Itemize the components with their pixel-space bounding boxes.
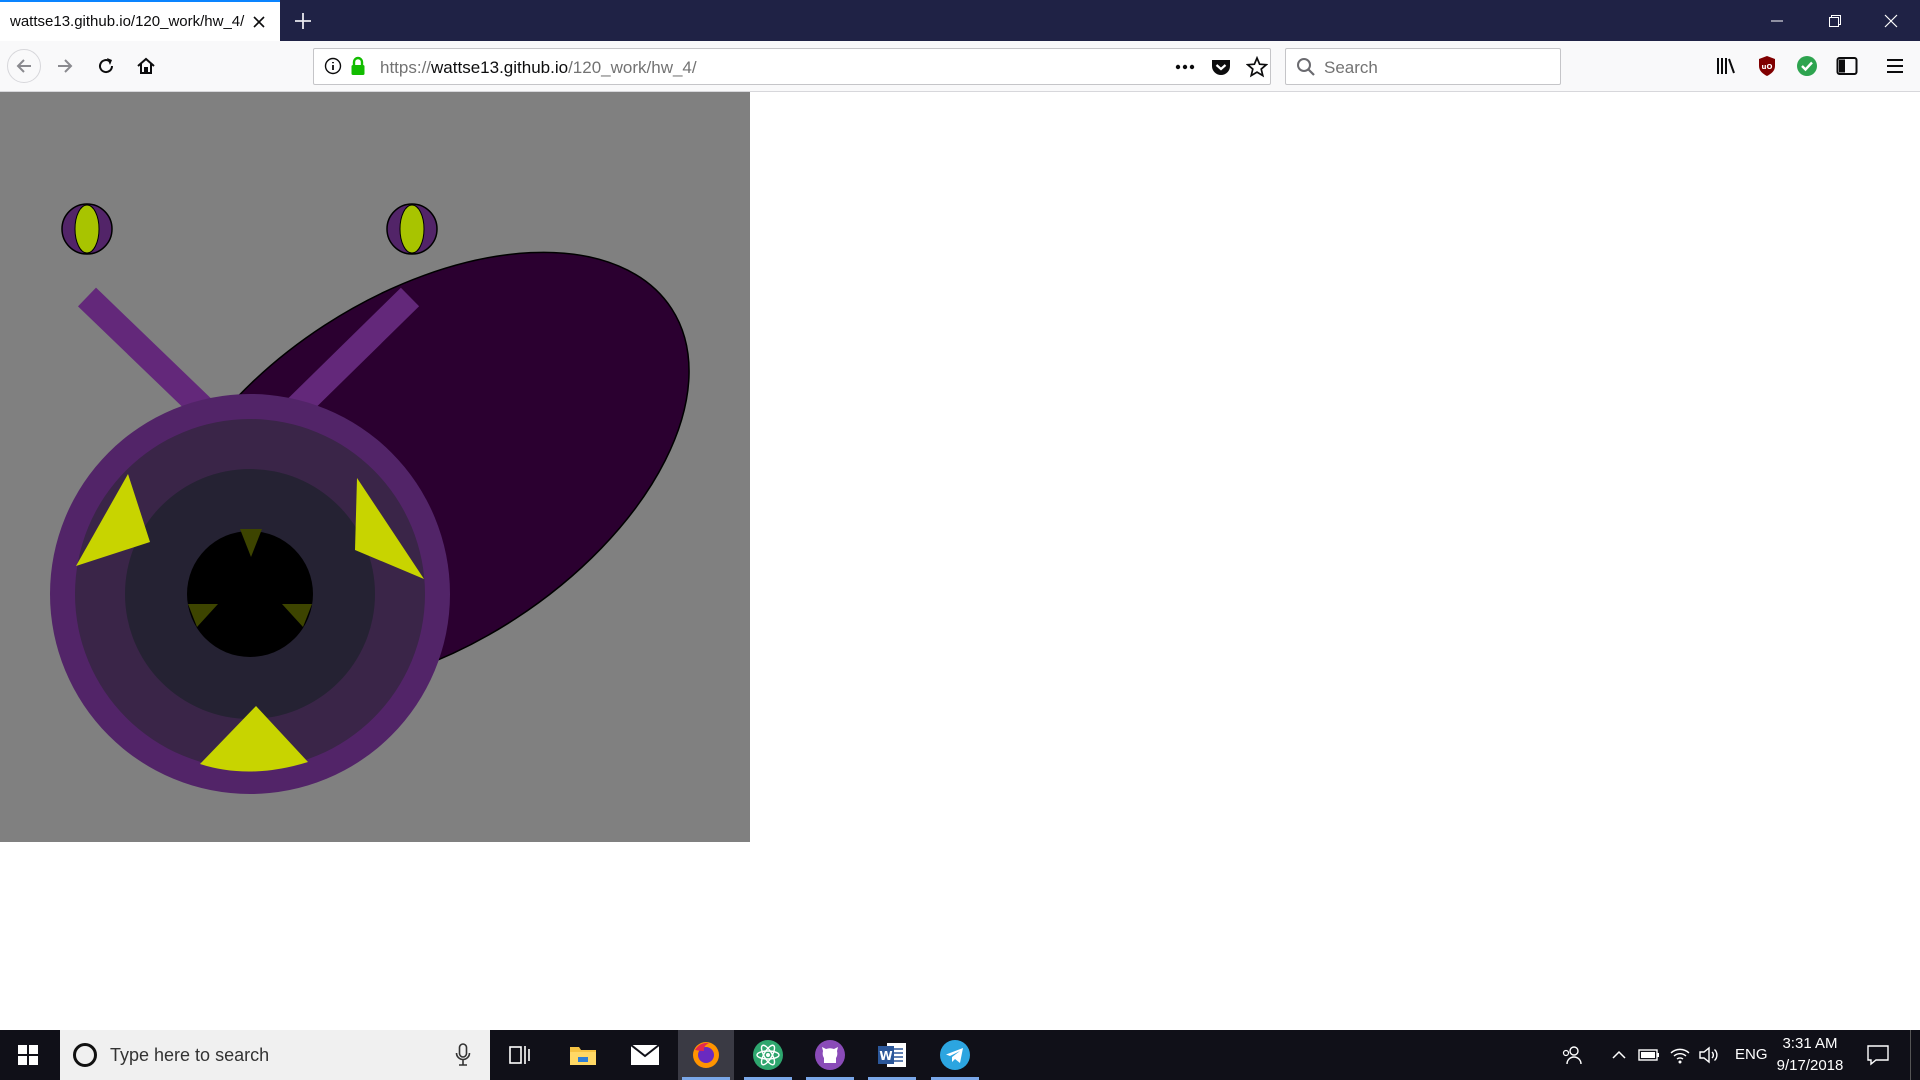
language-indicator[interactable]: ENG <box>1735 1046 1768 1063</box>
search-icon <box>1296 57 1316 82</box>
back-arrow-icon[interactable] <box>7 49 41 83</box>
notifications-icon[interactable] <box>1866 1043 1890 1072</box>
battery-icon[interactable] <box>1638 1047 1660 1068</box>
right-antenna-tip-core <box>399 204 425 254</box>
svg-text:W: W <box>879 1049 892 1063</box>
navigation-toolbar: https://wattse13.github.io/120_work/hw_4… <box>0 41 1920 92</box>
telegram-icon[interactable] <box>927 1030 983 1080</box>
library-icon[interactable] <box>1710 49 1744 83</box>
window-close-button[interactable] <box>1868 0 1914 41</box>
taskbar-search-placeholder: Type here to search <box>110 1045 270 1065</box>
ublock-icon[interactable]: uO <box>1750 49 1784 83</box>
pocket-icon[interactable] <box>1210 56 1232 83</box>
more-dots-icon[interactable] <box>1174 57 1196 82</box>
windows-taskbar: Type here to search W ENG 3:31 AM 9/17/2… <box>0 1030 1920 1080</box>
left-antenna-tip-core <box>74 204 100 254</box>
title-bar: wattse13.github.io/120_work/hw_4/ <box>0 0 1920 41</box>
url-text[interactable]: https://wattse13.github.io/120_work/hw_4… <box>380 58 697 78</box>
cortana-icon <box>72 1042 98 1073</box>
svg-text:uO: uO <box>1762 63 1773 71</box>
mail-icon[interactable] <box>617 1030 673 1080</box>
lock-icon <box>350 56 366 81</box>
volume-icon[interactable] <box>1698 1045 1720 1070</box>
reload-icon[interactable] <box>89 49 123 83</box>
microphone-icon[interactable] <box>455 1043 471 1072</box>
task-view-icon[interactable] <box>492 1030 548 1080</box>
clock-time[interactable]: 3:31 AM <box>1770 1035 1850 1052</box>
hamburger-menu-icon[interactable] <box>1878 49 1912 83</box>
close-icon[interactable] <box>248 11 270 33</box>
firefox-taskbar-icon[interactable] <box>678 1030 734 1080</box>
search-placeholder: Search <box>1324 58 1378 77</box>
github-desktop-icon[interactable] <box>802 1030 858 1080</box>
word-icon[interactable]: W <box>864 1030 920 1080</box>
windows-start-icon[interactable] <box>0 1030 56 1080</box>
home-icon[interactable] <box>129 49 163 83</box>
url-host: wattse13.github.io <box>431 58 569 77</box>
show-desktop-divider[interactable] <box>1910 1030 1911 1080</box>
search-bar[interactable]: Search <box>1285 48 1561 85</box>
file-explorer-icon[interactable] <box>555 1030 611 1080</box>
taskbar-search-box[interactable]: Type here to search <box>60 1030 490 1080</box>
url-prefix: https:// <box>380 58 432 77</box>
chevron-up-icon[interactable] <box>1611 1047 1627 1068</box>
check-icon[interactable] <box>1790 49 1824 83</box>
sketch-canvas[interactable] <box>0 92 750 842</box>
url-bar[interactable]: https://wattse13.github.io/120_work/hw_4… <box>313 48 1271 85</box>
minimize-button[interactable] <box>1754 0 1800 41</box>
wifi-icon[interactable] <box>1669 1045 1691 1070</box>
clock-date[interactable]: 9/17/2018 <box>1770 1057 1850 1074</box>
star-icon[interactable] <box>1245 55 1269 83</box>
plus-icon[interactable] <box>288 6 318 36</box>
tab-title: wattse13.github.io/120_work/hw_4/ <box>10 13 245 30</box>
people-icon[interactable] <box>1562 1044 1584 1071</box>
forward-arrow-icon[interactable] <box>48 49 82 83</box>
restore-button[interactable] <box>1812 0 1858 41</box>
tab-active[interactable]: wattse13.github.io/120_work/hw_4/ <box>0 0 280 41</box>
creature-drawing <box>50 203 690 794</box>
sidebar-icon[interactable] <box>1830 49 1864 83</box>
page-content <box>0 92 1920 1030</box>
info-icon[interactable] <box>324 57 342 80</box>
atom-icon[interactable] <box>740 1030 796 1080</box>
url-path: /120_work/hw_4/ <box>568 58 697 77</box>
